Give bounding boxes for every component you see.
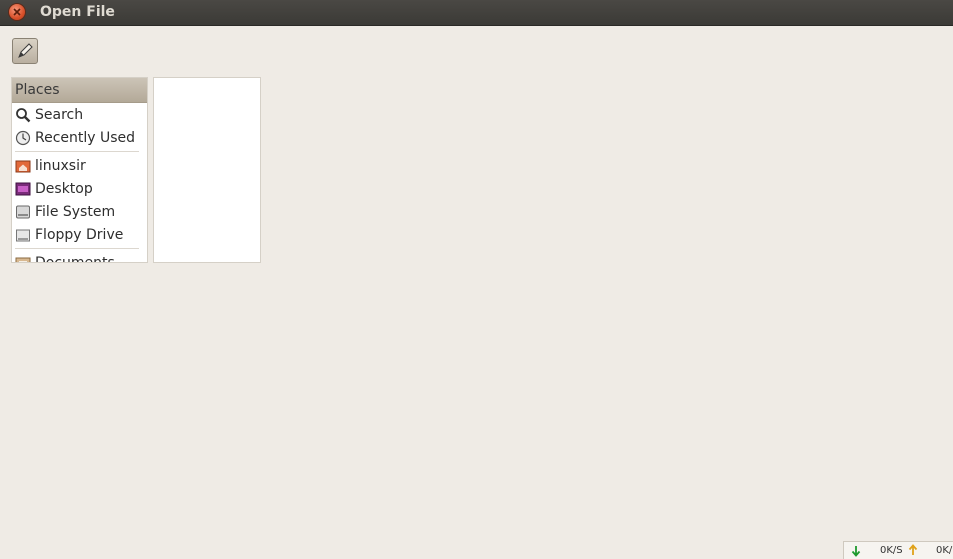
title-bar: Open File xyxy=(0,0,953,26)
place-label: Recently Used xyxy=(35,129,136,146)
documents-folder-icon xyxy=(15,257,31,262)
upload-speed: 0K/ xyxy=(936,545,953,556)
place-label: File System xyxy=(35,203,116,220)
separator xyxy=(15,248,139,249)
place-file-system[interactable]: File System xyxy=(12,200,147,223)
file-list-pane[interactable] xyxy=(153,77,261,263)
close-button[interactable] xyxy=(9,4,25,20)
place-linuxsir[interactable]: linuxsir xyxy=(12,154,147,177)
place-label: Desktop xyxy=(35,180,93,197)
upload-arrow-icon xyxy=(908,544,918,555)
place-label: Search xyxy=(35,106,84,123)
close-icon xyxy=(13,8,21,16)
place-label: Documents xyxy=(35,254,115,263)
floppy-drive-icon xyxy=(16,229,30,241)
edit-location-button[interactable] xyxy=(12,38,38,64)
home-folder-icon xyxy=(15,160,31,172)
place-documents[interactable]: Documents xyxy=(12,251,147,263)
place-floppy-drive[interactable]: Floppy Drive xyxy=(12,223,147,246)
download-speed: 0K/S xyxy=(880,545,903,556)
desktop-icon xyxy=(15,182,31,195)
network-speed-indicator: 0K/S 0K/ xyxy=(843,541,953,559)
place-recently-used[interactable]: Recently Used xyxy=(12,126,147,149)
download-arrow-icon xyxy=(851,546,861,557)
places-header[interactable]: Places xyxy=(12,78,147,103)
recent-clock-icon xyxy=(15,130,31,145)
search-icon xyxy=(16,107,31,122)
place-label: linuxsir xyxy=(35,157,86,174)
window-title: Open File xyxy=(40,4,115,20)
place-label: Floppy Drive xyxy=(35,226,124,243)
place-search[interactable]: Search xyxy=(12,103,147,126)
place-desktop[interactable]: Desktop xyxy=(12,177,147,200)
places-sidebar: Places Search Recently Used linuxsir Des… xyxy=(11,77,148,263)
pencil-icon xyxy=(18,43,33,58)
separator xyxy=(15,151,139,152)
hard-drive-icon xyxy=(16,205,30,218)
